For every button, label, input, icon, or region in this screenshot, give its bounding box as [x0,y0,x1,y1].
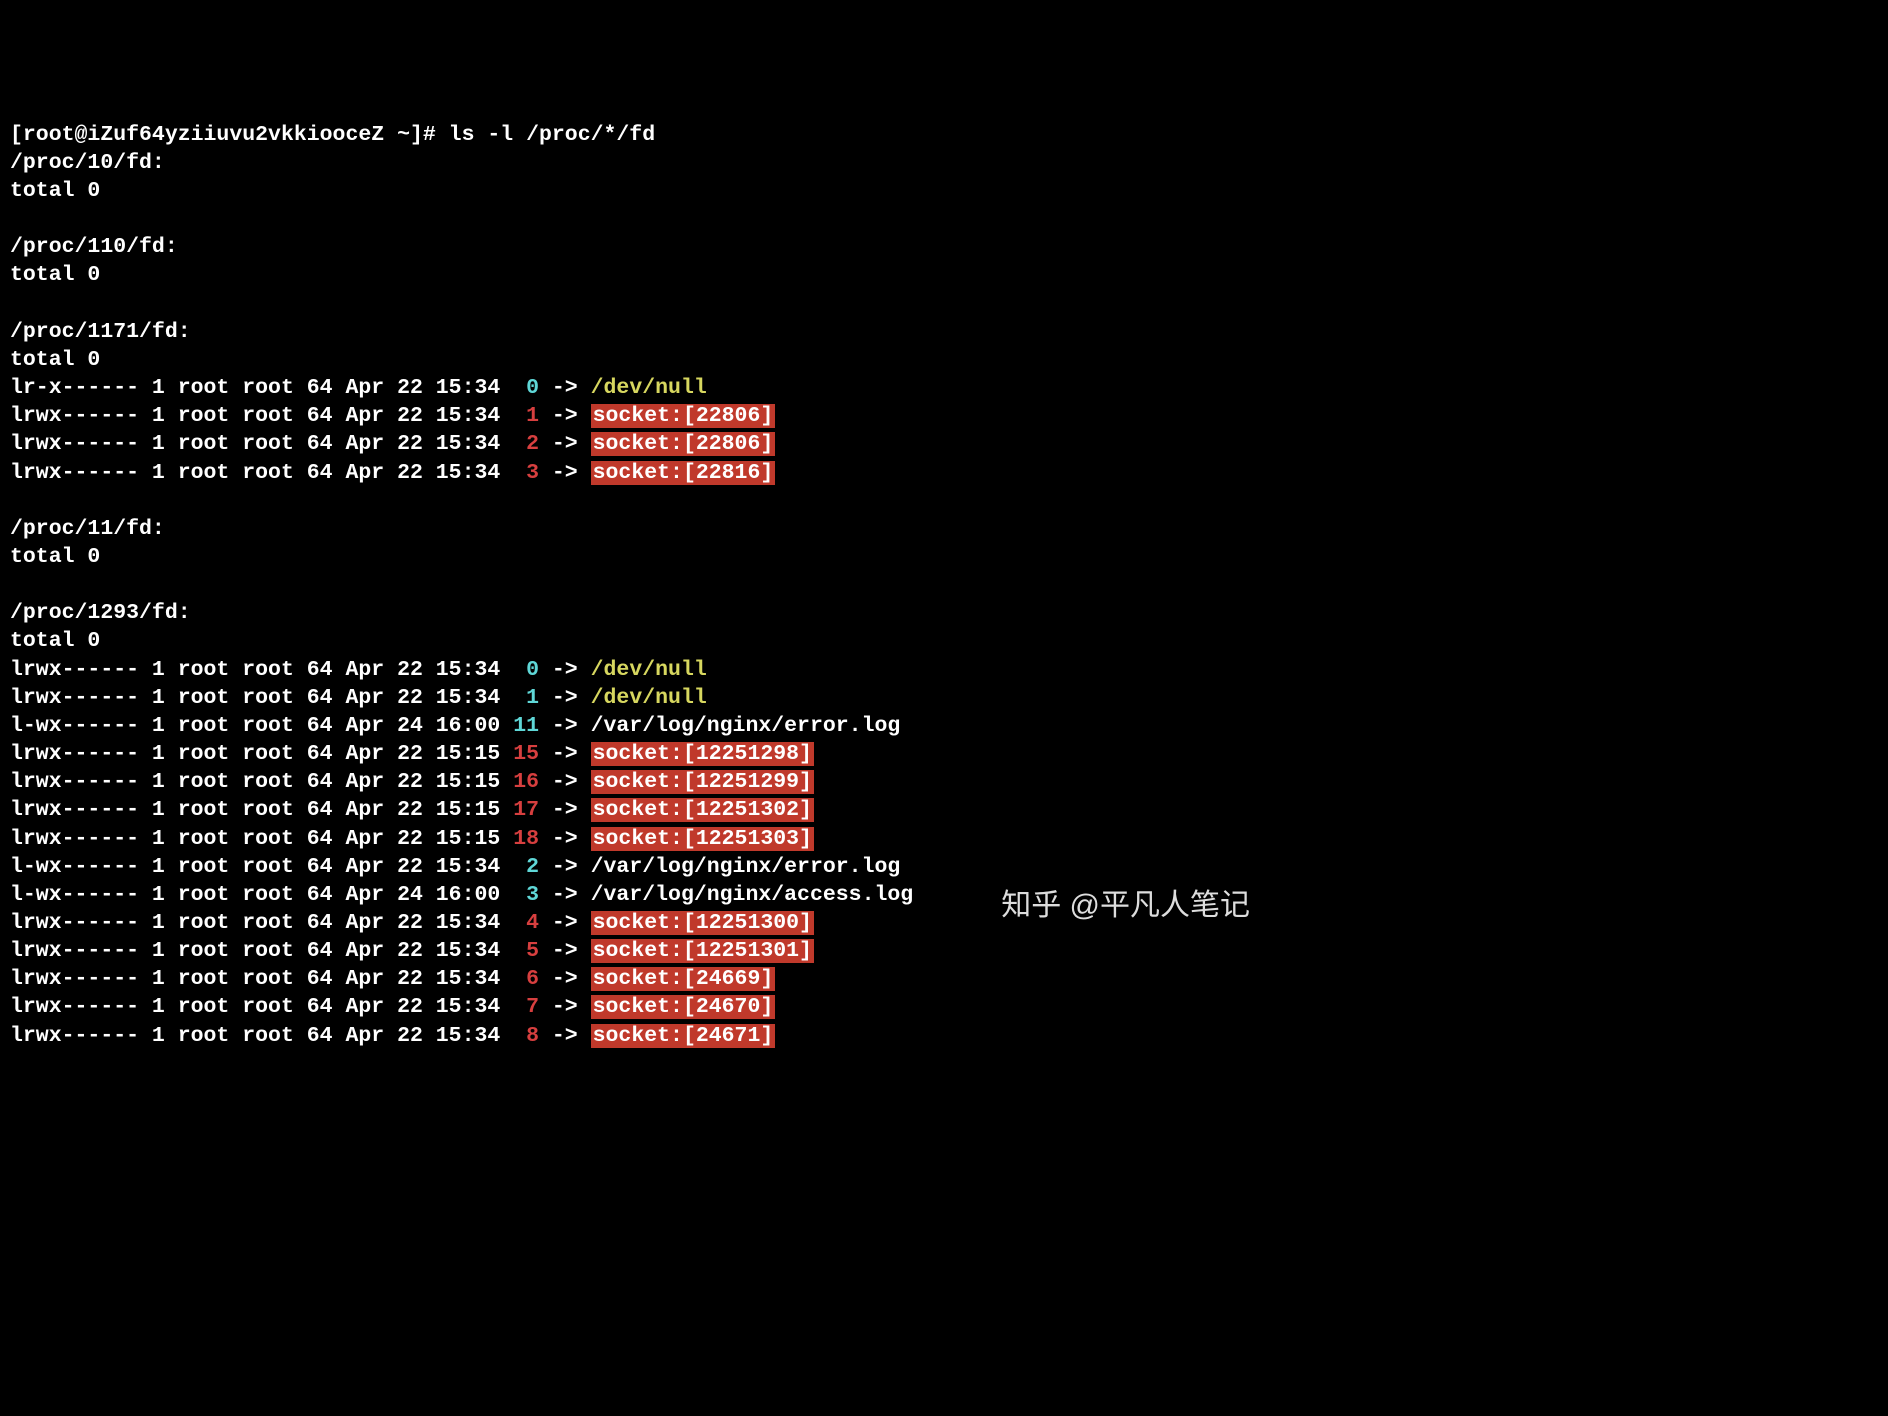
terminal-line: total 0 [10,543,1260,571]
arrow-icon: -> [552,686,578,710]
fd-entry: l-wx------ 1 root root 64 Apr 22 15:34 2… [10,853,1260,881]
arrow-icon: -> [552,742,578,766]
fd-entry: lrwx------ 1 root root 64 Apr 22 15:34 0… [10,656,1260,684]
arrow-icon: -> [552,658,578,682]
terminal-line: total 0 [10,627,1260,655]
total-line: total 0 [10,545,100,569]
fd-target: socket:[12251298] [591,742,814,766]
fd-number: 1 [513,686,539,710]
fd-target: socket:[12251300] [591,911,814,935]
arrow-icon: -> [552,883,578,907]
fd-number: 16 [513,770,539,794]
fd-entry: lrwx------ 1 root root 64 Apr 22 15:15 1… [10,825,1260,853]
fd-number: 18 [513,827,539,851]
fd-target: socket:[12251302] [591,798,814,822]
fd-number: 11 [513,714,539,738]
fd-target: socket:[22816] [591,461,776,485]
proc-header: /proc/1171/fd: [10,320,191,344]
arrow-icon: -> [552,967,578,991]
watermark-label: 知乎 @平凡人笔记 [1001,886,1250,925]
fd-entry: lrwx------ 1 root root 64 Apr 22 15:34 7… [10,993,1260,1021]
fd-number: 5 [513,939,539,963]
terminal-line: /proc/1293/fd: [10,599,1260,627]
arrow-icon: -> [552,855,578,879]
terminal-line: total 0 [10,261,1260,289]
terminal-line: /proc/1171/fd: [10,318,1260,346]
fd-target: /var/log/nginx/error.log [591,855,901,879]
fd-entry: lrwx------ 1 root root 64 Apr 22 15:15 1… [10,740,1260,768]
proc-header: /proc/110/fd: [10,235,178,259]
fd-number: 15 [513,742,539,766]
fd-target: socket:[12251303] [591,827,814,851]
blank-line [10,290,1260,318]
terminal-line: /proc/110/fd: [10,233,1260,261]
arrow-icon: -> [552,1024,578,1048]
arrow-icon: -> [552,404,578,428]
fd-number: 0 [513,376,539,400]
fd-entry: lrwx------ 1 root root 64 Apr 22 15:34 5… [10,937,1260,965]
arrow-icon: -> [552,714,578,738]
fd-number: 4 [513,911,539,935]
fd-target: /dev/null [591,658,707,682]
fd-entry: l-wx------ 1 root root 64 Apr 24 16:00 1… [10,712,1260,740]
fd-target: socket:[22806] [591,432,776,456]
fd-entry: lrwx------ 1 root root 64 Apr 22 15:15 1… [10,796,1260,824]
terminal-line: total 0 [10,346,1260,374]
fd-entry: lrwx------ 1 root root 64 Apr 22 15:34 1… [10,684,1260,712]
fd-target: socket:[24670] [591,995,776,1019]
fd-number: 17 [513,798,539,822]
arrow-icon: -> [552,461,578,485]
proc-header: /proc/11/fd: [10,517,165,541]
fd-number: 8 [513,1024,539,1048]
fd-target: socket:[12251301] [591,939,814,963]
total-line: total 0 [10,629,100,653]
shell-prompt: [root@iZuf64yziiuvu2vkkiooceZ ~]# ls -l … [10,123,655,147]
arrow-icon: -> [552,939,578,963]
arrow-icon: -> [552,995,578,1019]
arrow-icon: -> [552,376,578,400]
fd-number: 6 [513,967,539,991]
fd-target: socket:[24669] [591,967,776,991]
terminal-line: /proc/11/fd: [10,515,1260,543]
fd-number: 3 [513,883,539,907]
arrow-icon: -> [552,798,578,822]
total-line: total 0 [10,263,100,287]
proc-header: /proc/10/fd: [10,151,165,175]
fd-entry: lrwx------ 1 root root 64 Apr 22 15:15 1… [10,768,1260,796]
terminal-line: total 0 [10,177,1260,205]
fd-entry: lr-x------ 1 root root 64 Apr 22 15:34 0… [10,374,1260,402]
fd-target: /var/log/nginx/access.log [591,883,914,907]
fd-entry: lrwx------ 1 root root 64 Apr 22 15:34 8… [10,1022,1260,1050]
blank-line [10,205,1260,233]
terminal-line: /proc/10/fd: [10,149,1260,177]
fd-entry: lrwx------ 1 root root 64 Apr 22 15:34 6… [10,965,1260,993]
arrow-icon: -> [552,770,578,794]
fd-number: 2 [513,855,539,879]
arrow-icon: -> [552,827,578,851]
total-line: total 0 [10,348,100,372]
fd-entry: lrwx------ 1 root root 64 Apr 22 15:34 3… [10,459,1260,487]
fd-target: /var/log/nginx/error.log [591,714,901,738]
fd-number: 7 [513,995,539,1019]
proc-header: /proc/1293/fd: [10,601,191,625]
fd-number: 1 [513,404,539,428]
fd-target: socket:[12251299] [591,770,814,794]
arrow-icon: -> [552,432,578,456]
fd-target: socket:[22806] [591,404,776,428]
fd-target: socket:[24671] [591,1024,776,1048]
fd-target: /dev/null [591,686,707,710]
blank-line [10,571,1260,599]
fd-number: 3 [513,461,539,485]
fd-number: 2 [513,432,539,456]
fd-number: 0 [513,658,539,682]
fd-entry: lrwx------ 1 root root 64 Apr 22 15:34 2… [10,430,1260,458]
arrow-icon: -> [552,911,578,935]
fd-target: /dev/null [591,376,707,400]
terminal-line: [root@iZuf64yziiuvu2vkkiooceZ ~]# ls -l … [10,121,1260,149]
fd-entry: lrwx------ 1 root root 64 Apr 22 15:34 1… [10,402,1260,430]
total-line: total 0 [10,179,100,203]
blank-line [10,487,1260,515]
